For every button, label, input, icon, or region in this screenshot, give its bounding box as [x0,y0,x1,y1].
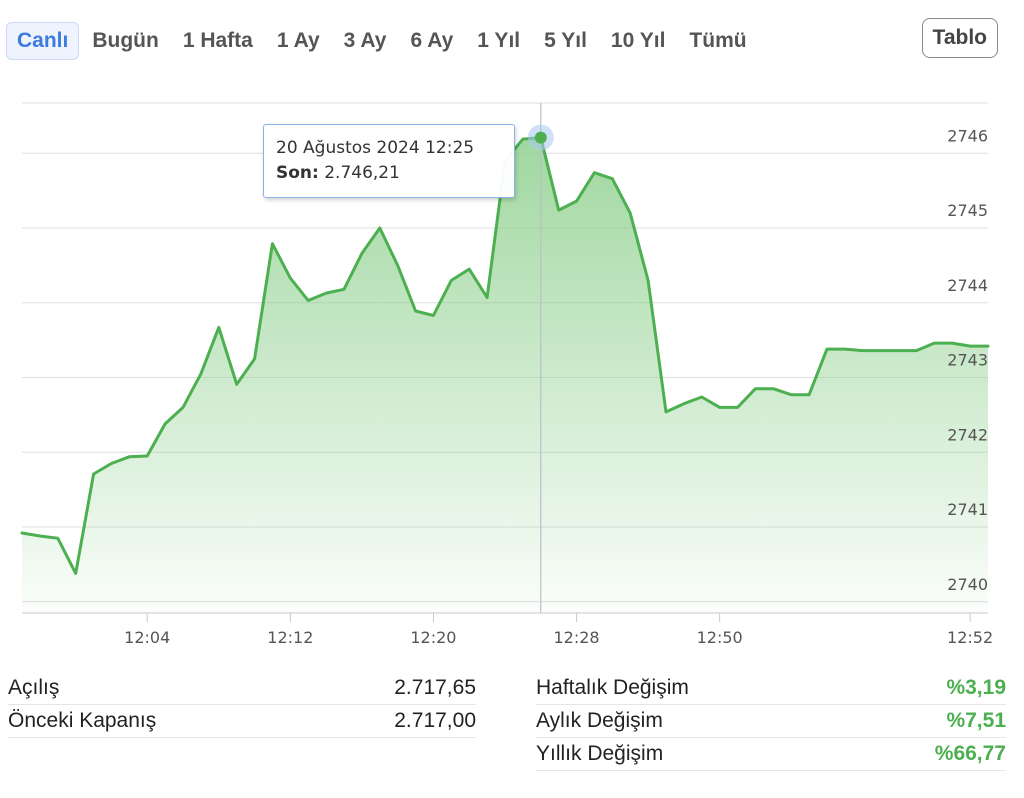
range-tab-today[interactable]: Bugün [81,22,169,60]
x-tick-label: 12:28 [554,628,600,647]
stat-value: %66,77 [934,742,1006,765]
x-tick-label: 12:20 [410,628,456,647]
price-area-fill [22,137,988,613]
y-tick-label: 2740 [947,575,988,594]
stats-right: Haftalık Değişim %3,19 Aylık Değişim %7,… [536,672,1006,771]
stat-row-yearly-change: Yıllık Değişim %66,77 [536,738,1006,771]
stat-row-monthly-change: Aylık Değişim %7,51 [536,705,1006,738]
stat-value: %7,51 [946,709,1006,732]
y-tick-label: 2742 [947,425,988,444]
highlight-point [534,131,547,144]
y-tick-label: 2745 [947,201,988,220]
stat-label: Haftalık Değişim [536,676,689,699]
stat-row-previous-close: Önceki Kapanış 2.717,00 [8,705,476,738]
range-tab-live[interactable]: Canlı [6,22,80,60]
range-tab-1-week[interactable]: 1 Hafta [172,22,264,60]
stat-row-weekly-change: Haftalık Değişim %3,19 [536,672,1006,705]
stat-label: Açılış [8,676,60,699]
stat-value: 2.717,00 [394,709,476,732]
range-tab-3-months[interactable]: 3 Ay [333,22,398,60]
range-tab-1-month[interactable]: 1 Ay [266,22,331,60]
tooltip-label: Son: [276,163,319,183]
y-tick-label: 2741 [947,500,988,519]
range-tab-10-years[interactable]: 10 Yıl [600,22,677,60]
y-tick-label: 2746 [947,126,988,145]
stat-row-open: Açılış 2.717,65 [8,672,476,705]
y-tick-label: 2743 [947,351,988,370]
range-tab-6-months[interactable]: 6 Ay [399,22,464,60]
stat-label: Aylık Değişim [536,709,663,732]
x-tick-label: 12:52 [947,628,993,647]
range-tab-1-year[interactable]: 1 Yıl [466,22,531,60]
range-tab-5-years[interactable]: 5 Yıl [533,22,598,60]
stat-value: %3,19 [946,676,1006,699]
stat-value: 2.717,65 [394,676,476,699]
price-tooltip: 20 Ağustos 2024 12:25 Son: 2.746,21 [263,124,515,198]
y-tick-label: 2744 [947,276,988,295]
stat-label: Önceki Kapanış [8,709,157,732]
x-tick-label: 12:04 [124,628,170,647]
stats-left: Açılış 2.717,65 Önceki Kapanış 2.717,00 [8,672,476,738]
range-tab-all[interactable]: Tümü [678,22,757,60]
x-tick-label: 12:12 [267,628,313,647]
stat-label: Yıllık Değişim [536,742,664,765]
x-axis: 12:04 12:12 12:20 12:28 12:50 12:52 [22,612,993,647]
tooltip-value: 2.746,21 [324,163,400,183]
x-tick-label: 12:50 [697,628,743,647]
tooltip-date: 20 Ağustos 2024 12:25 [276,138,475,158]
table-view-button[interactable]: Tablo [921,18,998,58]
time-range-bar: Canlı Bugün 1 Hafta 1 Ay 3 Ay 6 Ay 1 Yıl… [6,20,760,62]
